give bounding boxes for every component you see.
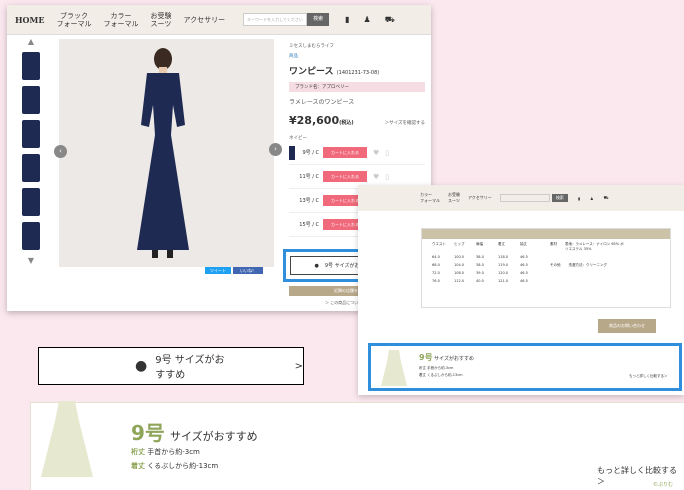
product-title: ワンピース (1401231-73-08) [289, 67, 380, 77]
cart-icon[interactable]: ⛟ [604, 195, 609, 201]
next-image-button[interactable]: › [269, 143, 282, 156]
dress-silhouette-icon [41, 401, 93, 477]
search-button[interactable]: 検索 [551, 194, 568, 202]
table-row: 64.0 100.0 38.0 118.0 46.5 [432, 255, 528, 259]
thumbnail[interactable] [22, 154, 40, 182]
maker-label: ミセスしまむらライフ [289, 44, 334, 49]
bookmark-icon[interactable]: ▮ [578, 196, 580, 201]
nav-accessory[interactable]: アクセサリー [468, 195, 492, 201]
size-table-screenshot: カラー フォーマル お受験 スーツ アクセサリー 検索 ▮ ♟ ⛟ ウエスト ヒッ… [358, 185, 684, 395]
top-nav: HOME ブラック フォーマル カラー フォーマル お受験 スーツ アクセサリー… [7, 5, 431, 35]
compare-icon[interactable]: ▯ [385, 173, 389, 181]
thumbnail[interactable] [22, 188, 40, 216]
inquiry-button[interactable]: 商品のお問い合わせ [598, 319, 656, 333]
add-to-cart-button[interactable]: カートに入れる [323, 147, 367, 158]
size-table: ウエスト ヒップ 肩幅 着丈 袖丈 素材 表地：ラメレース：ナイロン 65% ポリエステル… [421, 228, 671, 308]
heart-icon[interactable]: ♥ [373, 173, 379, 181]
recommend-line2: 着丈 くるぶしから約-13cm [419, 373, 463, 377]
nav-home[interactable]: HOME [15, 16, 44, 24]
brand-label: ブランド名：アプロベリー [289, 82, 425, 92]
nav-color-formal[interactable]: カラー フォーマル [103, 12, 138, 28]
recommend-detail-panel: 9号 サイズがおすすめ 裄丈 手首から約-3cm 着丈 くるぶしから約-13cm… [30, 401, 684, 490]
table-body: 64.0 100.0 38.0 118.0 46.5 68.0 104.0 38.0 119.… [422, 252, 670, 287]
dress-silhouette-icon [381, 350, 407, 386]
recommend-highlight: 9号 サイズがおすすめ 裄丈 手首から約-3cm 着丈 くるぶしから約-13cm… [368, 343, 682, 391]
search-input[interactable]: キーワードを入力してください [243, 13, 308, 26]
cart-icon[interactable]: ⛟ [385, 15, 395, 25]
thumbnail[interactable] [22, 222, 40, 250]
search-input[interactable] [499, 194, 550, 202]
thumbnail-strip: ▲ ▼ [13, 37, 49, 265]
chevron-right-icon: > [294, 360, 303, 372]
recommend-line1: 裄丈 手首から約-3cm [419, 366, 454, 370]
chevron-up-icon[interactable]: ▲ [13, 37, 49, 46]
recommend-heading: 9号 サイズがおすすめ [131, 421, 258, 445]
size-chart-link[interactable]: ＞サイズを確認する [385, 120, 425, 126]
recommend-length: 着丈 くるぶしから約-13cm [131, 462, 219, 470]
tweet-button[interactable]: ツイート [205, 267, 231, 274]
compare-icon[interactable]: ▯ [385, 149, 389, 157]
recommend-callout[interactable]: ● 9号 サイズがおすすめ > [38, 347, 304, 385]
compare-detail-link[interactable]: もっと詳しく比較する＞ [629, 374, 668, 379]
nav-exam-suit[interactable]: お受験 スーツ [448, 192, 460, 204]
add-to-cart-button[interactable]: カートに入れる [323, 171, 367, 182]
recommend-label: 9号 サイズがおすすめ [155, 355, 225, 381]
table-header: ウエスト ヒップ 肩幅 着丈 袖丈 素材 表地：ラメレース：ナイロン 65% ポリエステル… [432, 242, 624, 251]
prev-image-button[interactable]: ‹ [54, 145, 67, 158]
recommend-sleeve: 裄丈 手首から約-3cm [131, 448, 200, 456]
table-row: 68.0 104.0 38.0 119.0 46.5 その他 洗濯方法：クリーニング [432, 263, 607, 267]
search-button[interactable]: 検索 [307, 13, 330, 26]
chevron-down-icon[interactable]: ▼ [13, 256, 49, 265]
user-icon[interactable]: ♟ [590, 196, 594, 201]
table-row: 76.0 112.0 40.0 121.0 46.5 [432, 279, 528, 283]
thumbnail[interactable] [22, 86, 40, 114]
second-nav: カラー フォーマル お受験 スーツ アクセサリー 検索 ▮ ♟ ⛟ [358, 185, 684, 211]
thumbnail[interactable] [22, 52, 40, 80]
like-button[interactable]: いいね！ [233, 267, 263, 274]
bookmark-icon[interactable]: ▮ [345, 15, 349, 24]
thumbnail[interactable] [22, 120, 40, 148]
heart-icon[interactable]: ♥ [373, 149, 379, 157]
price: ¥28,600(税込) [289, 114, 354, 127]
user-icon[interactable]: ♟ [364, 15, 371, 24]
size-row: 9号 / C カートに入れる ♥ ▯ [289, 141, 425, 165]
recommend-text: 9号 サイズがおすすめ [419, 353, 475, 362]
tape-measure-icon: ● [314, 262, 319, 269]
product-subtitle: ラメレースのワンピース [289, 99, 355, 106]
tape-measure-icon: ● [135, 358, 148, 374]
category-label: 商品 [289, 54, 298, 59]
credit-label: ©ぷりむ [653, 482, 674, 488]
table-row: 72.0 108.0 39.0 120.0 46.5 [432, 271, 528, 275]
nav-exam-suit[interactable]: お受験 スーツ [150, 12, 171, 28]
nav-accessory[interactable]: アクセサリー [183, 16, 225, 24]
dress-model-image [137, 48, 189, 258]
nav-color-formal[interactable]: カラー フォーマル [420, 192, 440, 204]
nav-black-formal[interactable]: ブラック フォーマル [56, 12, 91, 28]
